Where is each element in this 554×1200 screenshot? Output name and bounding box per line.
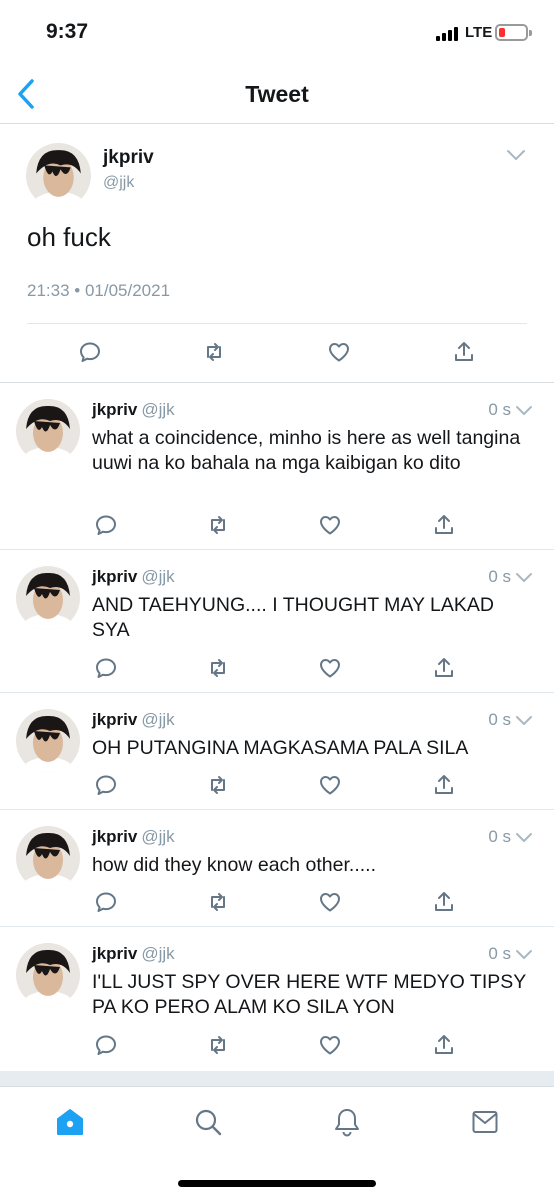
share-icon[interactable] xyxy=(432,1033,456,1057)
status-time: 9:37 xyxy=(46,20,89,43)
reply-time: 0 s xyxy=(488,827,511,846)
author-name[interactable]: jkpriv xyxy=(92,710,137,729)
reply-tweet[interactable]: jkpriv @jjk 0 s OH PUTANGINA MAGKASAMA PA… xyxy=(0,693,554,810)
avatar[interactable] xyxy=(16,566,80,630)
author-handle[interactable]: @jjk xyxy=(141,944,174,963)
retweet-icon[interactable] xyxy=(202,340,226,364)
signal-icon xyxy=(436,27,458,41)
author-name[interactable]: jkpriv xyxy=(92,567,137,586)
author-handle[interactable]: @jjk xyxy=(141,567,174,586)
like-icon[interactable] xyxy=(318,890,342,914)
reply-text: OH PUTANGINA MAGKASAMA PALA SILA xyxy=(92,737,469,759)
tab-messages[interactable] xyxy=(470,1107,500,1137)
chevron-down-icon[interactable] xyxy=(514,945,534,965)
reply-time: 0 s xyxy=(488,710,511,729)
battery-icon xyxy=(495,24,528,41)
retweet-icon[interactable] xyxy=(206,890,230,914)
reply-tweet[interactable]: jkpriv @jjk 0 s how did they know each ot… xyxy=(0,810,554,927)
nav-bar: Tweet xyxy=(0,64,554,124)
reply-icon[interactable] xyxy=(94,656,118,680)
tweet-text: oh fuck xyxy=(27,222,111,252)
like-icon[interactable] xyxy=(318,1033,342,1057)
like-icon[interactable] xyxy=(318,656,342,680)
reply-icon[interactable] xyxy=(94,1033,118,1057)
author-handle[interactable]: @jjk xyxy=(103,174,134,192)
bell-icon xyxy=(335,1109,359,1137)
divider xyxy=(27,323,527,324)
author-name[interactable]: jkpriv xyxy=(92,400,137,419)
reply-header: jkpriv @jjk xyxy=(92,827,175,847)
share-icon[interactable] xyxy=(432,773,456,797)
like-icon[interactable] xyxy=(327,340,351,364)
chevron-down-icon[interactable] xyxy=(514,711,534,731)
author-handle[interactable]: @jjk xyxy=(141,827,174,846)
reply-tweet[interactable]: jkpriv @jjk 0 s I'LL JUST SPY OVER HERE W… xyxy=(0,927,554,1071)
reply-icon[interactable] xyxy=(94,773,118,797)
reply-time: 0 s xyxy=(488,567,511,586)
reply-icon[interactable] xyxy=(94,890,118,914)
retweet-icon[interactable] xyxy=(206,513,230,537)
reply-icon[interactable] xyxy=(94,513,118,537)
author-name[interactable]: jkpriv xyxy=(92,827,137,846)
avatar[interactable] xyxy=(16,399,80,463)
reply-text: what a coincidence, minho is here as wel… xyxy=(92,427,521,474)
tab-search[interactable] xyxy=(193,1107,223,1137)
reply-text: how did they know each other..... xyxy=(92,854,377,876)
mail-icon xyxy=(472,1111,498,1133)
search-icon xyxy=(195,1109,222,1136)
page-title: Tweet xyxy=(245,81,309,107)
retweet-icon[interactable] xyxy=(206,1033,230,1057)
reply-header: jkpriv @jjk xyxy=(92,944,175,964)
share-icon[interactable] xyxy=(432,890,456,914)
chevron-down-icon[interactable] xyxy=(514,401,534,421)
like-icon[interactable] xyxy=(318,773,342,797)
reply-header: jkpriv @jjk xyxy=(92,567,175,587)
author-handle[interactable]: @jjk xyxy=(141,710,174,729)
reply-header: jkpriv @jjk xyxy=(92,710,175,730)
tab-notifications[interactable] xyxy=(332,1107,362,1137)
section-divider xyxy=(0,1071,554,1086)
avatar[interactable] xyxy=(16,826,80,890)
tab-home[interactable] xyxy=(55,1107,85,1137)
retweet-icon[interactable] xyxy=(206,656,230,680)
network-label: LTE xyxy=(465,24,493,41)
status-bar: 9:37 LTE xyxy=(0,0,554,64)
tweet-timestamp: 21:33 • 01/05/2021 xyxy=(27,281,171,300)
reply-tweet[interactable]: jkpriv @jjk 0 s AND TAEHYUNG.... I THOUGH… xyxy=(0,550,554,693)
like-icon[interactable] xyxy=(318,513,342,537)
chevron-down-icon[interactable] xyxy=(514,568,534,588)
avatar[interactable] xyxy=(26,143,91,208)
avatar[interactable] xyxy=(16,943,80,1007)
share-icon[interactable] xyxy=(452,340,476,364)
avatar[interactable] xyxy=(16,709,80,773)
battery-nub xyxy=(529,30,532,36)
reply-text: AND TAEHYUNG.... I THOUGHT MAY LAKAD SYA xyxy=(92,594,494,641)
author-handle[interactable]: @jjk xyxy=(141,400,174,419)
reply-time: 0 s xyxy=(488,400,511,419)
author-name[interactable]: jkpriv xyxy=(92,944,137,963)
reply-icon[interactable] xyxy=(78,340,102,364)
retweet-icon[interactable] xyxy=(206,773,230,797)
share-icon[interactable] xyxy=(432,656,456,680)
share-icon[interactable] xyxy=(432,513,456,537)
home-icon xyxy=(57,1109,83,1135)
reply-tweet[interactable]: jkpriv @jjk 0 s what a coincidence, minho… xyxy=(0,383,554,550)
reply-text: I'LL JUST SPY OVER HERE WTF MEDYO TIPSY … xyxy=(92,971,526,1018)
chevron-down-icon[interactable] xyxy=(514,828,534,848)
author-name[interactable]: jkpriv xyxy=(103,147,154,169)
reply-header: jkpriv @jjk xyxy=(92,400,175,420)
reply-time: 0 s xyxy=(488,944,511,963)
home-indicator[interactable] xyxy=(178,1180,376,1187)
chevron-down-icon[interactable] xyxy=(505,144,527,166)
main-tweet: jkpriv @jjk oh fuck 21:33 • 01/05/2021 xyxy=(0,124,554,383)
